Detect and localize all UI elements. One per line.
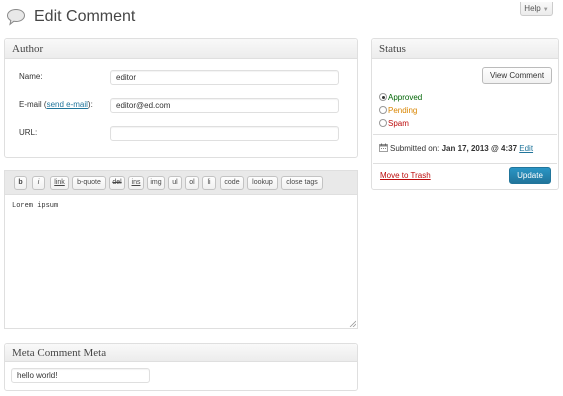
meta-box-title: Meta Comment Meta <box>12 347 107 359</box>
email-label: E-mail (send e-mail): <box>19 100 93 109</box>
update-button[interactable]: Update <box>509 167 551 184</box>
send-email-link[interactable]: send e-mail <box>47 100 88 109</box>
radio-approved[interactable] <box>379 93 387 101</box>
help-label: Help <box>524 4 541 13</box>
status-divider-bottom <box>373 163 557 164</box>
blockquote-button[interactable]: b-quote <box>72 176 106 190</box>
help-button[interactable]: Help ▼ <box>520 2 553 16</box>
ul-button[interactable]: ul <box>168 176 182 190</box>
status-option-spam[interactable]: Spam <box>379 119 409 131</box>
radio-spam[interactable] <box>379 119 387 127</box>
author-box: Author Name: editor E-mail (send e-mail)… <box>4 38 358 158</box>
radio-pending[interactable] <box>379 106 387 114</box>
email-label-suffix: ): <box>87 100 93 109</box>
pending-label: Pending <box>388 106 418 115</box>
author-box-header: Author <box>5 39 357 59</box>
comment-bubble-icon <box>6 8 26 26</box>
comment-textarea[interactable]: Lorem ipsum <box>12 202 58 210</box>
status-box: Status View Comment Approved Pending Spa… <box>371 38 559 190</box>
code-button[interactable]: code <box>220 176 244 190</box>
move-to-trash-link[interactable]: Move to Trash <box>380 171 431 180</box>
status-divider <box>373 134 557 135</box>
status-option-pending[interactable]: Pending <box>379 106 417 118</box>
submitted-date: Jan 17, 2013 @ 4:37 <box>441 144 518 153</box>
author-box-title: Author <box>12 43 44 55</box>
lookup-button[interactable]: lookup <box>247 176 278 190</box>
submitted-prefix: Submitted on: <box>390 144 440 153</box>
italic-button[interactable]: i <box>32 176 45 190</box>
img-button[interactable]: img <box>147 176 165 190</box>
comment-editor: b i link b-quote del ins img ul ol li co… <box>4 170 358 329</box>
chevron-down-icon: ▼ <box>542 7 549 13</box>
name-input[interactable]: editor <box>110 70 339 85</box>
meta-box-header: Meta Comment Meta <box>5 344 357 362</box>
name-label: Name: <box>19 72 43 81</box>
email-input[interactable]: editor@ed.com <box>110 98 339 113</box>
status-box-title: Status <box>379 43 406 55</box>
del-button[interactable]: del <box>109 176 125 190</box>
email-label-prefix: E-mail ( <box>19 100 47 109</box>
approved-label: Approved <box>388 93 423 102</box>
close-tags-button[interactable]: close tags <box>281 176 323 190</box>
status-option-approved[interactable]: Approved <box>379 93 422 105</box>
edit-date-link[interactable]: Edit <box>519 144 533 153</box>
url-label: URL: <box>19 128 38 137</box>
meta-value-input[interactable]: hello world! <box>11 368 150 383</box>
ins-button[interactable]: ins <box>128 176 144 190</box>
resize-grip-icon[interactable] <box>349 320 357 328</box>
quicktags-toolbar: b i link b-quote del ins img ul ol li co… <box>5 171 357 195</box>
page-title: Edit Comment <box>34 8 136 25</box>
calendar-icon <box>379 143 388 152</box>
li-button[interactable]: li <box>202 176 216 190</box>
status-box-header: Status <box>372 39 558 59</box>
ol-button[interactable]: ol <box>185 176 199 190</box>
submitted-on: Submitted on: Jan 17, 2013 @ 4:37 Edit <box>379 143 533 153</box>
spam-label: Spam <box>388 119 409 128</box>
link-button[interactable]: link <box>50 176 69 190</box>
view-comment-button[interactable]: View Comment <box>482 67 552 84</box>
meta-box: Meta Comment Meta hello world! <box>4 343 358 391</box>
url-input[interactable] <box>110 126 339 141</box>
bold-button[interactable]: b <box>14 176 27 190</box>
